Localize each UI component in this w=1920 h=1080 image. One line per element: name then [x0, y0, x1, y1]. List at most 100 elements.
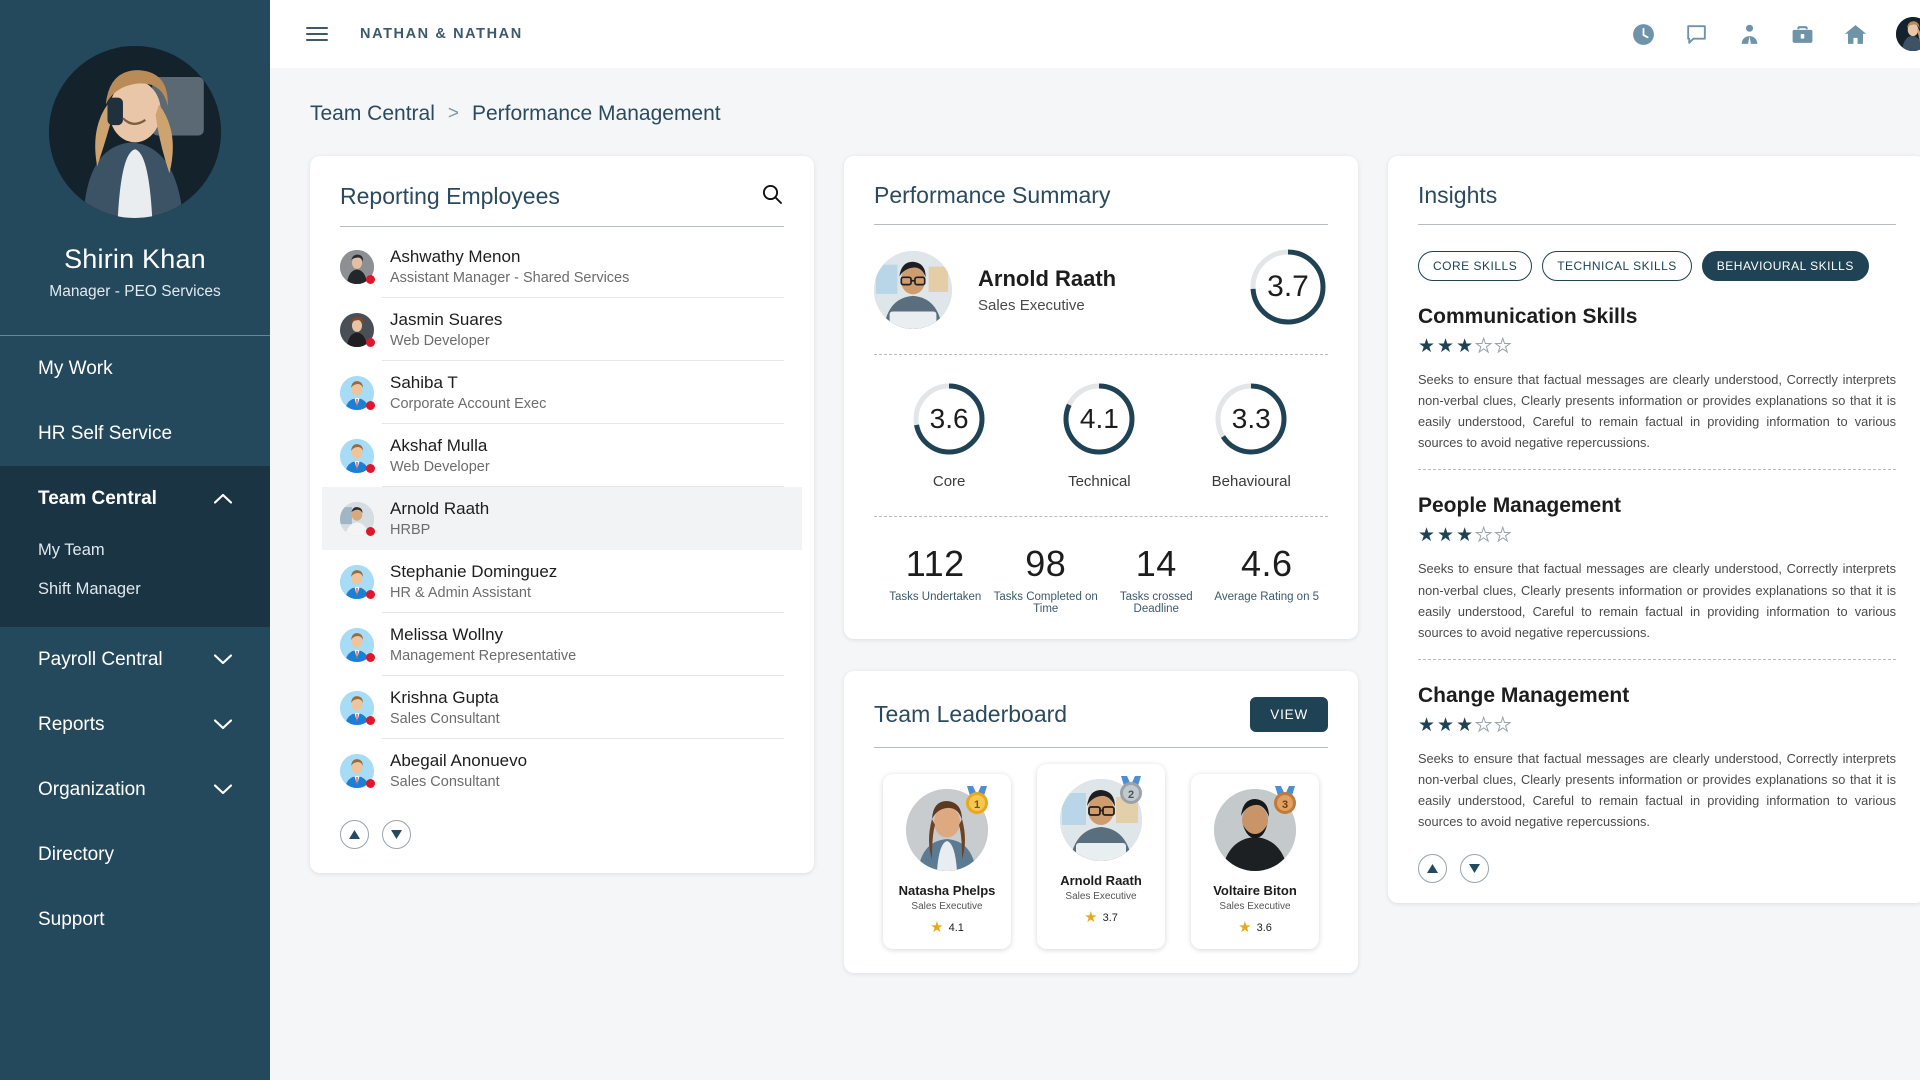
sidebar-item-support[interactable]: Support	[0, 887, 270, 952]
home-icon[interactable]	[1843, 22, 1868, 47]
star-empty-icon: ★	[1475, 336, 1493, 357]
briefcase-icon[interactable]	[1790, 22, 1815, 47]
stat-value: 14	[1135, 543, 1177, 584]
hamburger-icon[interactable]	[306, 27, 328, 41]
sidebar-item-label: HR Self Service	[38, 422, 173, 444]
skill-separator	[1418, 469, 1896, 471]
sidebar-item-team-central[interactable]: Team Central	[0, 466, 270, 531]
leaderboard-card[interactable]: 2 Arnold Raath Sales Executive ★ 3.7	[1037, 764, 1165, 949]
sidebar-item-label: Directory	[38, 843, 115, 865]
performance-summary-rule	[874, 224, 1328, 225]
employee-info: Ashwathy Menon Assistant Manager - Share…	[390, 247, 629, 286]
leaderboard-rating-value: 3.6	[1256, 921, 1272, 934]
employee-info: Sahiba T Corporate Account Exec	[390, 373, 546, 412]
rank-medal-icon: 2	[1114, 774, 1148, 808]
stat-value: 112	[905, 543, 965, 584]
skill-description: Seeks to ensure that factual messages ar…	[1418, 372, 1896, 451]
chip-technical-skills[interactable]: TECHNICAL SKILLS	[1542, 251, 1692, 281]
list-item[interactable]: Melissa Wollny Management Representative	[322, 613, 802, 676]
leaderboard-rating-value: 4.1	[948, 921, 964, 934]
chip-core-skills[interactable]: CORE SKILLS	[1418, 251, 1533, 281]
skill-name: Change Management	[1418, 683, 1630, 707]
insights-title: Insights	[1418, 182, 1498, 208]
skill-rating-stars: ★ ★ ★ ★ ★	[1418, 526, 1896, 546]
performance-employee-name: Arnold Raath	[978, 265, 1117, 291]
sidebar-item-directory[interactable]: Directory	[0, 822, 270, 887]
employee-icon[interactable]	[1737, 22, 1762, 47]
scroll-down-button[interactable]	[382, 820, 411, 849]
breadcrumb-current: Performance Management	[472, 102, 721, 125]
profile-avatar[interactable]	[49, 46, 221, 218]
list-item[interactable]: Jasmin Suares Web Developer	[322, 298, 802, 361]
list-item[interactable]: Krishna Gupta Sales Consultant	[322, 676, 802, 739]
topbar-left: NATHAN & NATHAN	[306, 26, 523, 42]
star-filled-icon: ★	[1418, 336, 1436, 357]
page-content: Team Central > Performance Management Re…	[270, 68, 1920, 1080]
stat-label: Tasks crossed Deadline	[1119, 591, 1193, 615]
skill-name: Communication Skills	[1418, 305, 1638, 328]
sidebar-subitem-my-team[interactable]: My Team	[0, 531, 270, 570]
avatar: 2	[1060, 776, 1142, 861]
team-leaderboard-title: Team Leaderboard	[874, 701, 1068, 727]
sidebar-subitem-shift-manager[interactable]: Shift Manager	[0, 570, 270, 609]
list-item[interactable]: Ashwathy Menon Assistant Manager - Share…	[322, 235, 802, 298]
leaderboard-card[interactable]: 3 Voltaire Biton Sales Executive ★ 3.6	[1191, 774, 1319, 949]
clock-icon[interactable]	[1631, 22, 1656, 47]
employee-name: Akshaf Mulla	[390, 436, 488, 455]
chip-behavioural-skills[interactable]: BEHAVIOURAL SKILLS	[1701, 251, 1869, 281]
star-empty-icon: ★	[1494, 714, 1512, 736]
employee-role: Web Developer	[390, 333, 490, 349]
status-dot	[366, 337, 375, 347]
leaderboard-role: Sales Executive	[911, 901, 983, 912]
employee-role: Sales Consultant	[390, 774, 500, 790]
leaderboard-card[interactable]: 1 Natasha Phelps Sales Executive ★ 4.1	[883, 774, 1011, 949]
performance-employee-info: Arnold Raath Sales Executive	[978, 266, 1116, 314]
list-item[interactable]: Abegail Anonuevo Sales Consultant	[322, 739, 802, 802]
skill-rating-stars: ★ ★ ★ ★ ★	[1418, 336, 1896, 357]
star-filled-icon: ★	[1456, 714, 1474, 736]
view-leaderboard-button[interactable]: VIEW	[1250, 697, 1328, 732]
sidebar-item-label: My Work	[38, 357, 113, 379]
star-icon: ★	[930, 919, 944, 936]
sidebar-item-payroll-central[interactable]: Payroll Central	[0, 627, 270, 692]
list-item[interactable]: Akshaf Mulla Web Developer	[322, 424, 802, 487]
search-icon[interactable]	[760, 182, 784, 211]
list-item[interactable]: Sahiba T Corporate Account Exec	[322, 361, 802, 424]
skill-description: Seeks to ensure that factual messages ar…	[1418, 750, 1896, 830]
sidebar-item-my-work[interactable]: My Work	[0, 336, 270, 401]
star-filled-icon: ★	[1456, 336, 1474, 357]
status-dot	[366, 652, 375, 662]
team-leaderboard-rule	[874, 747, 1328, 748]
score-ring-core: 3.6 Core	[911, 381, 987, 490]
sidebar-item-hr-self-service[interactable]: HR Self Service	[0, 401, 270, 466]
chat-icon[interactable]	[1684, 22, 1709, 47]
score-rings: 3.6 Core 4.1 Technical 3.3 Behavioural	[874, 381, 1328, 490]
scroll-up-button[interactable]	[1418, 854, 1447, 884]
breadcrumb-separator-icon: >	[447, 103, 459, 124]
scroll-up-button[interactable]	[340, 820, 369, 849]
breadcrumb-parent[interactable]: Team Central	[310, 102, 435, 126]
sidebar-item-organization[interactable]: Organization	[0, 757, 270, 822]
stat-label: Average Rating on 5	[1214, 591, 1320, 603]
sidebar-item-reports[interactable]: Reports	[0, 692, 270, 757]
avatar	[340, 438, 375, 473]
employee-role: Assistant Manager - Shared Services	[390, 270, 630, 286]
star-filled-icon: ★	[1437, 714, 1455, 736]
employee-role: HR & Admin Assistant	[390, 585, 532, 601]
employee-name: Sahiba T	[390, 373, 458, 392]
reporting-employees-title: Reporting Employees	[340, 183, 560, 209]
list-item-selected[interactable]: Arnold Raath HRBP	[322, 487, 802, 550]
stat-label: Tasks Completed on Time	[993, 591, 1098, 615]
scroll-down-button[interactable]	[1460, 854, 1489, 884]
profile-name: Shirin Khan	[64, 244, 206, 274]
employee-info: Krishna Gupta Sales Consultant	[390, 688, 500, 727]
app-root: Shirin Khan Manager - PEO Services My Wo…	[0, 0, 1920, 1080]
sidebar-subitem-label: My Team	[38, 541, 105, 559]
skill-block-change-management: Change Management ★ ★ ★ ★ ★ Seeks to ens…	[1418, 684, 1896, 832]
leaderboard-cards: 1 Natasha Phelps Sales Executive ★ 4.1 2…	[874, 764, 1328, 949]
employee-name: Ashwathy Menon	[390, 247, 521, 266]
top-bar: NATHAN & NATHAN	[270, 0, 1920, 68]
list-item[interactable]: Stephanie Dominguez HR & Admin Assistant	[322, 550, 802, 613]
user-avatar[interactable]	[1896, 17, 1920, 51]
employee-name: Arnold Raath	[390, 499, 490, 518]
